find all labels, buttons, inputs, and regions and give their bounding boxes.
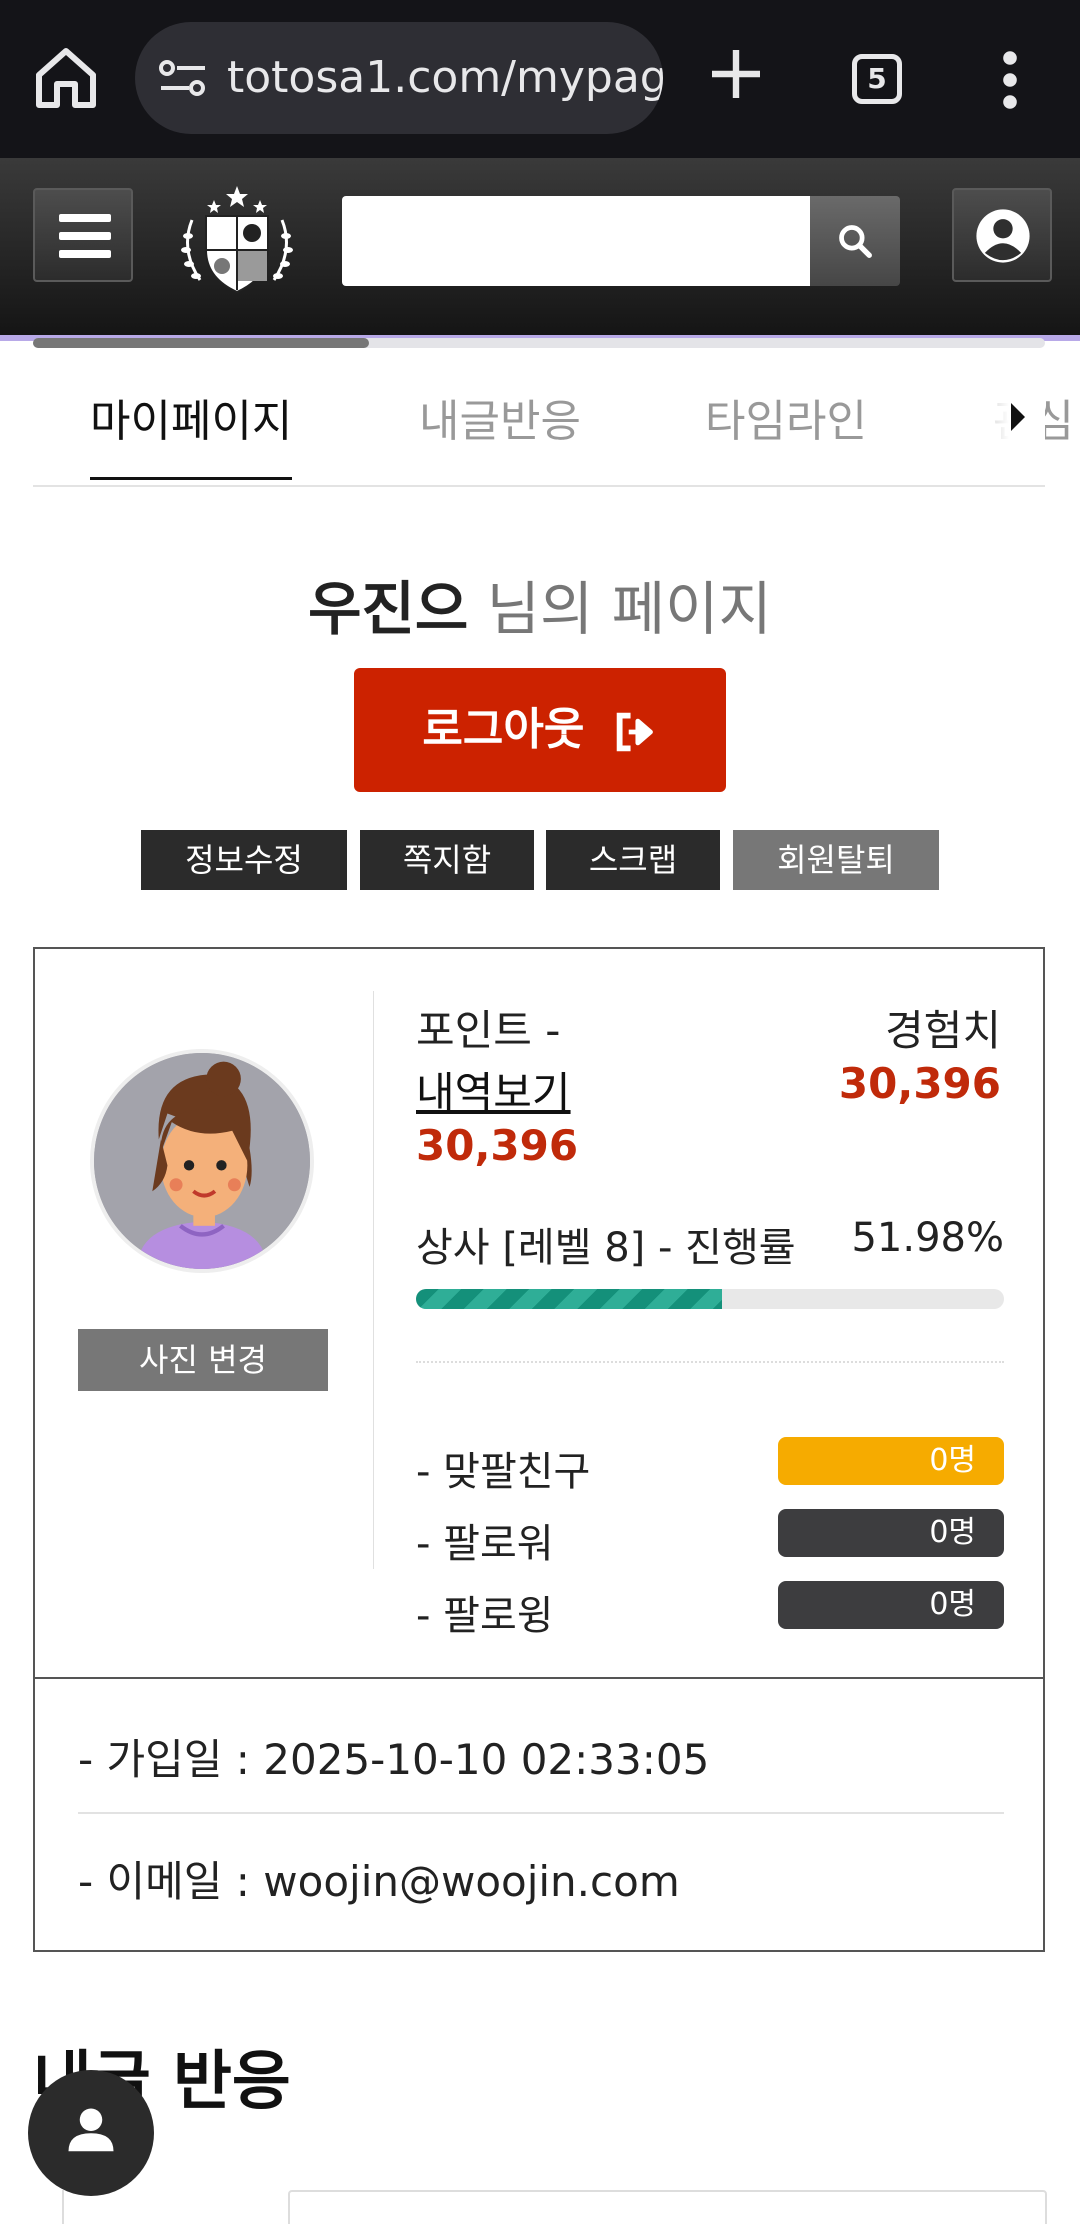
reactions-panel bbox=[62, 2190, 1047, 2224]
exp-value: 30,396 bbox=[838, 1059, 1001, 1108]
tab-my-post-reactions[interactable]: 내글반응 bbox=[419, 385, 581, 449]
url-text[interactable]: totosa1.com/mypage bbox=[227, 52, 663, 103]
join-date: - 가입일 : 2025-10-10 02:33:05 bbox=[78, 1735, 710, 1784]
point-history-link[interactable]: 내역보기 bbox=[416, 1059, 571, 1120]
search-icon bbox=[839, 225, 872, 258]
inbox-button[interactable]: 쪽지함 bbox=[360, 830, 534, 890]
progress-percent: 51.98% bbox=[851, 1215, 1004, 1261]
tab-scrollbar[interactable] bbox=[33, 338, 1045, 348]
followers-row[interactable]: - 팔로워 0명 bbox=[416, 1509, 1004, 1567]
page-title: 우진으 님의 페이지 bbox=[0, 562, 1080, 646]
menu-button[interactable] bbox=[33, 188, 133, 282]
more-menu-icon[interactable] bbox=[996, 50, 1024, 110]
browser-toolbar: totosa1.com/mypage 5 bbox=[0, 0, 1080, 158]
scrap-button[interactable]: 스크랩 bbox=[546, 830, 720, 890]
withdraw-button[interactable]: 회원탈퇴 bbox=[733, 830, 939, 890]
following-count: 0명 bbox=[778, 1581, 1004, 1629]
site-header bbox=[0, 158, 1080, 335]
sign-out-icon bbox=[616, 712, 653, 752]
search-button[interactable] bbox=[810, 196, 900, 286]
address-bar[interactable]: totosa1.com/mypage bbox=[135, 22, 663, 134]
level-status: 상사 [레벨 8] - 진행률 51.98% bbox=[416, 1215, 1004, 1273]
following-label: - 팔로윙 bbox=[416, 1593, 554, 1639]
logo-shield[interactable] bbox=[172, 180, 302, 300]
tab-scrollbar-thumb[interactable] bbox=[33, 338, 369, 348]
followers-count: 0명 bbox=[778, 1509, 1004, 1557]
page-title-suffix: 님의 페이지 bbox=[486, 575, 772, 643]
mutual-friends-count: 0명 bbox=[778, 1437, 1004, 1485]
level-progress-fill bbox=[416, 1289, 722, 1309]
tab-timeline[interactable]: 타임라인 bbox=[705, 385, 867, 449]
new-tab-icon[interactable] bbox=[704, 42, 768, 106]
search-input[interactable] bbox=[342, 196, 810, 286]
followers-label: - 팔로워 bbox=[416, 1521, 554, 1567]
edit-info-button[interactable]: 정보수정 bbox=[141, 830, 347, 890]
user-menu-button[interactable] bbox=[952, 188, 1052, 282]
home-icon[interactable] bbox=[30, 42, 102, 114]
tab-mypage[interactable]: 마이페이지 bbox=[90, 385, 293, 480]
user-icon bbox=[976, 209, 1030, 263]
mutual-friends-row[interactable]: - 맞팔친구 0명 bbox=[416, 1437, 1004, 1495]
tab-switcher-icon[interactable]: 5 bbox=[852, 54, 902, 104]
logout-button[interactable]: 로그아웃 bbox=[354, 668, 726, 792]
avatar bbox=[90, 1049, 314, 1273]
menu-icon bbox=[59, 214, 111, 222]
site-info-icon[interactable] bbox=[157, 58, 209, 98]
point-value: 30,396 bbox=[416, 1121, 579, 1170]
change-photo-button[interactable]: 사진 변경 bbox=[78, 1329, 328, 1391]
point-label: 포인트 - bbox=[416, 1006, 561, 1055]
level-text: 상사 [레벨 8] - 진행률 bbox=[416, 1225, 796, 1271]
account-info: - 가입일 : 2025-10-10 02:33:05 - 이메일 : wooj… bbox=[33, 1678, 1045, 1952]
following-row[interactable]: - 팔로윙 0명 bbox=[416, 1581, 1004, 1639]
logout-label: 로그아웃 bbox=[422, 704, 585, 755]
email-info: - 이메일 : woojin@woojin.com bbox=[78, 1857, 680, 1906]
mutual-friends-label: - 맞팔친구 bbox=[416, 1449, 591, 1495]
user-icon bbox=[68, 2108, 114, 2152]
nickname: 우진으 bbox=[308, 575, 469, 643]
profile-card: 사진 변경 포인트 - 내역보기 30,396 경험치 30,396 상사 [레… bbox=[33, 947, 1045, 1679]
tab-bar: 마이페이지 내글반응 타임라인 관심 bbox=[33, 355, 1074, 487]
tab-scroll-right-icon[interactable] bbox=[1011, 403, 1025, 431]
exp-label: 경험치 bbox=[885, 1006, 1001, 1055]
level-progress-bar bbox=[416, 1289, 1004, 1309]
floating-user-button[interactable] bbox=[28, 2070, 154, 2196]
